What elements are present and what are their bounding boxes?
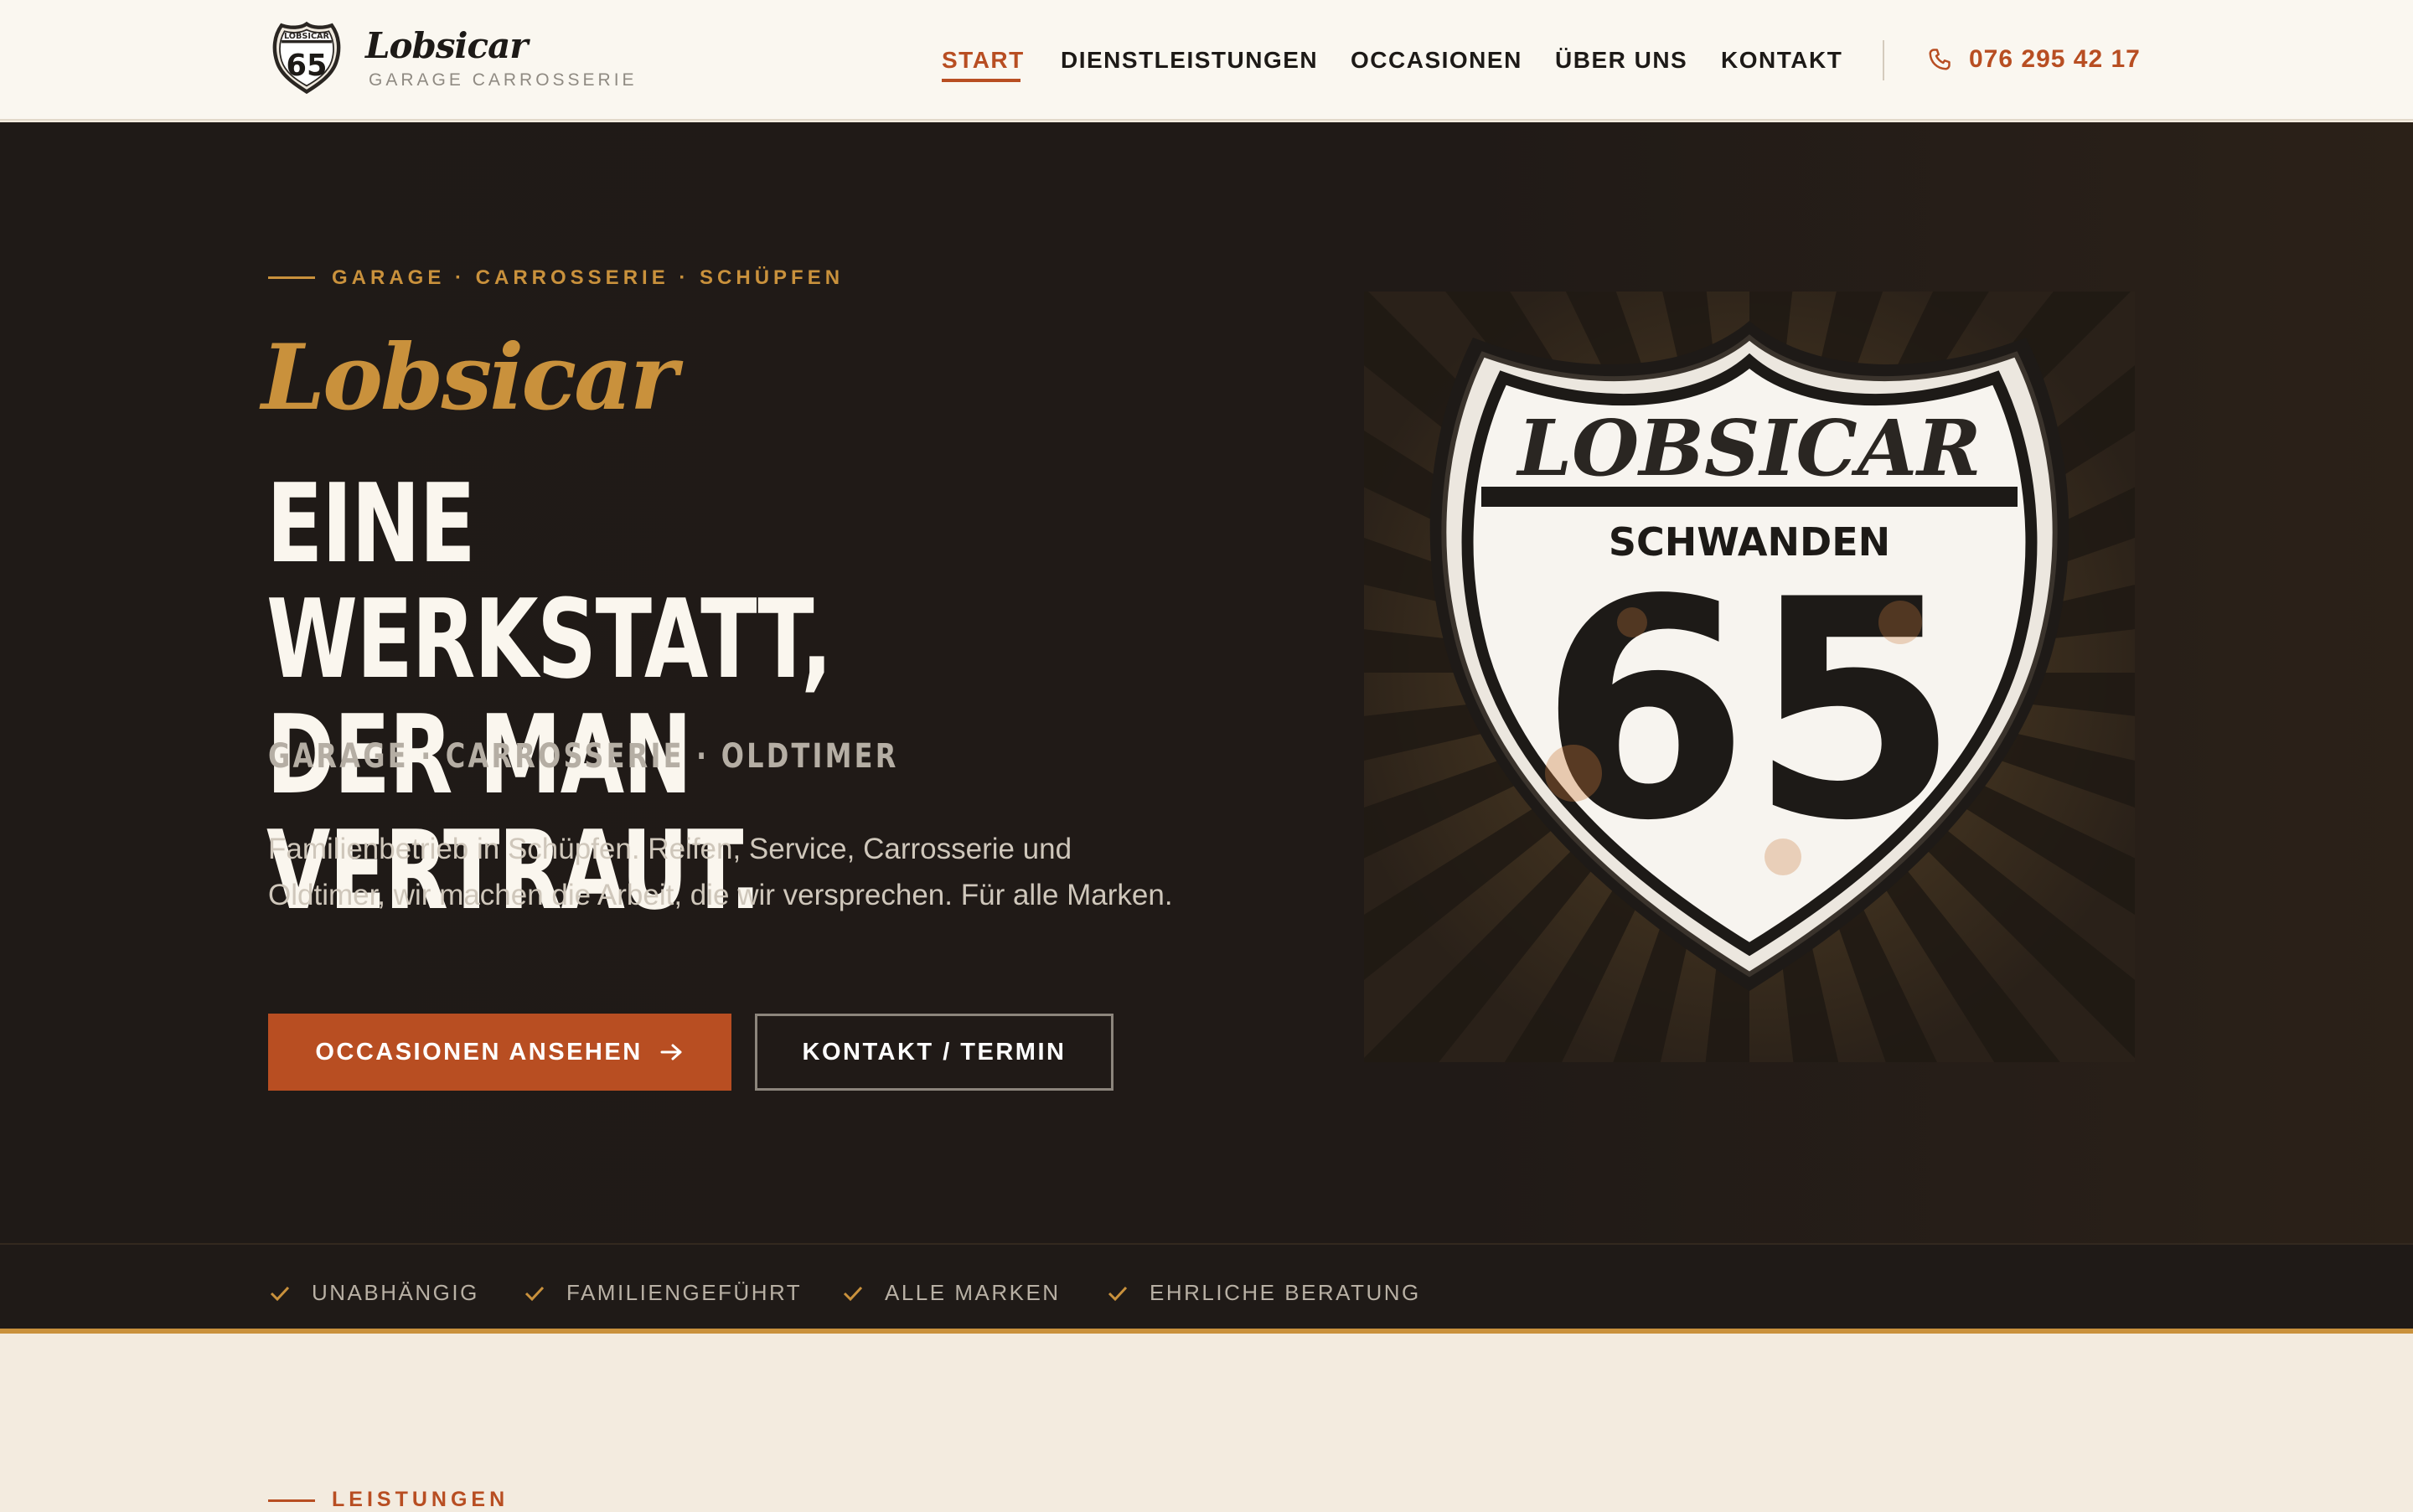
headline-line-1: EINE WERKSTATT, xyxy=(266,460,833,703)
occasionen-button[interactable]: OCCASIONEN ANSEHEN xyxy=(268,1014,731,1091)
route-66-shield-image: LOBSICAR SCHWANDEN 65 xyxy=(1364,292,2135,1062)
nav-kontakt[interactable]: KONTAKT xyxy=(1721,47,1842,74)
hero-description: Familienbetrieb in Schüpfen. Reifen, Ser… xyxy=(268,833,1173,911)
check-icon xyxy=(524,1286,545,1301)
feature-label: ALLE MARKEN xyxy=(885,1280,1061,1305)
phone-number-link[interactable]: 076 295 42 17 xyxy=(1969,45,2141,74)
feature-item: FAMILIENGEFÜHRT xyxy=(524,1280,802,1306)
kontakt-termin-button[interactable]: KONTAKT / TERMIN xyxy=(755,1014,1113,1091)
hero-subline: GARAGE · CARROSSERIE · OLDTIMER xyxy=(268,737,899,776)
nav-occasionen[interactable]: OCCASIONEN xyxy=(1351,47,1522,74)
feature-item: EHRLICHE BERATUNG xyxy=(1108,1280,1421,1306)
nav-start[interactable]: START xyxy=(942,47,1025,74)
check-icon xyxy=(1108,1286,1128,1301)
logo-badge-icon[interactable]: LOBSICAR 65 xyxy=(270,20,344,95)
svg-text:LOBSICAR: LOBSICAR xyxy=(284,32,330,41)
section-eyebrow: LEISTUNGEN xyxy=(332,1488,509,1511)
phone-icon[interactable] xyxy=(1927,47,1952,72)
feature-label: FAMILIENGEFÜHRT xyxy=(566,1280,803,1305)
services-section: LEISTUNGEN xyxy=(0,1339,2413,1511)
svg-text:65: 65 xyxy=(287,49,328,83)
section-eyebrow-line xyxy=(268,1499,315,1502)
brand-subtitle: GARAGE CARROSSERIE xyxy=(369,70,638,90)
occasionen-button-label: OCCASIONEN ANSEHEN xyxy=(315,1038,643,1066)
nav-divider xyxy=(1883,40,1884,80)
svg-text:65: 65 xyxy=(1540,535,1960,886)
feature-item: ALLE MARKEN xyxy=(843,1280,1061,1306)
features-strip: UNABHÄNGIG FAMILIENGEFÜHRT ALLE MARKEN E… xyxy=(0,1243,2413,1334)
svg-text:LOBSICAR: LOBSICAR xyxy=(1515,403,1981,493)
arrow-right-icon xyxy=(660,1044,682,1060)
nav-dienstleistungen[interactable]: DIENSTLEISTUNGEN xyxy=(1061,47,1318,74)
nav-ueber-uns[interactable]: ÜBER UNS xyxy=(1555,47,1687,74)
check-icon xyxy=(843,1286,863,1301)
check-icon xyxy=(270,1286,290,1301)
feature-label: EHRLICHE BERATUNG xyxy=(1150,1280,1421,1305)
brand-name[interactable]: Lobsicar xyxy=(365,25,528,66)
nav-active-indicator xyxy=(942,79,1020,82)
hero-script-title: Lobsicar xyxy=(261,325,678,431)
feature-label: UNABHÄNGIG xyxy=(312,1280,479,1305)
hero-eyebrow: GARAGE · CARROSSERIE · SCHÜPFEN xyxy=(332,266,845,289)
site-header: LOBSICAR 65 Lobsicar GARAGE CARROSSERIE … xyxy=(0,0,2413,121)
feature-item: UNABHÄNGIG xyxy=(270,1280,479,1306)
eyebrow-line xyxy=(268,276,315,279)
